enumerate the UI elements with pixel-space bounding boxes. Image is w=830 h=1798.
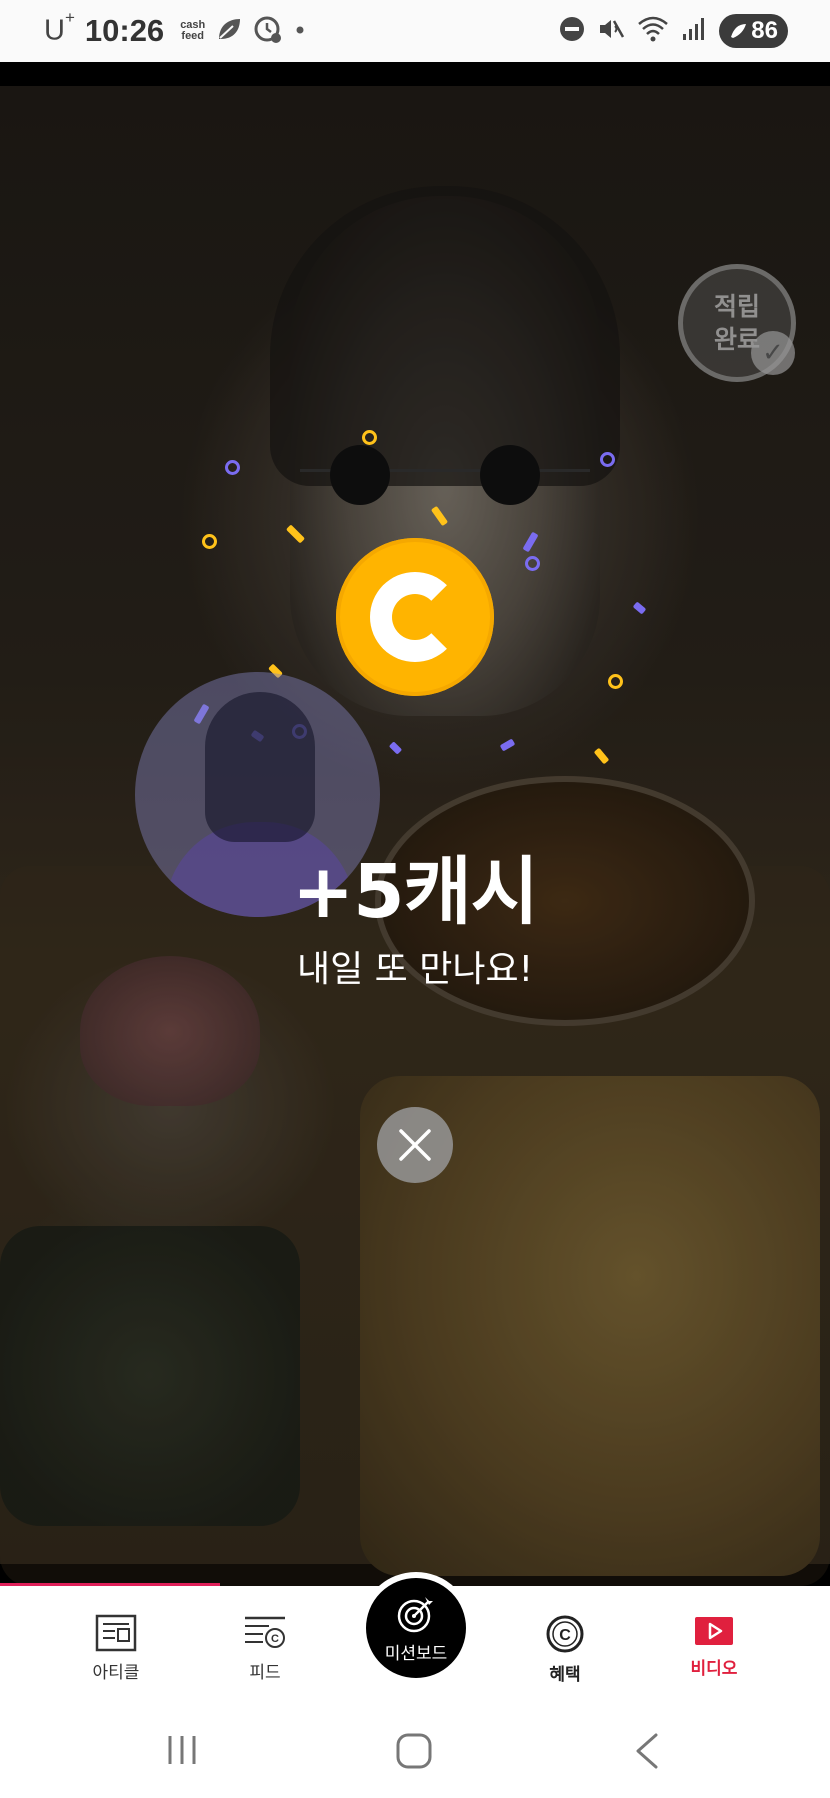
coin-icon: C: [546, 1615, 584, 1653]
confetti-ring: [600, 452, 615, 467]
saved-badge: 적립 완료 ✓: [678, 264, 796, 382]
svg-text:C: C: [271, 1633, 279, 1645]
nav-item-feed[interactable]: C 피드: [205, 1614, 325, 1683]
nav-item-article[interactable]: 아티클: [56, 1614, 176, 1683]
svg-text:C: C: [559, 1627, 571, 1644]
confetti-ring: [525, 556, 540, 571]
confetti-ring: [362, 430, 377, 445]
dot-icon: [293, 22, 307, 41]
timer-icon: [253, 14, 283, 48]
nav-label: 피드: [249, 1663, 281, 1683]
wifi-icon: [637, 15, 669, 47]
home-icon: [396, 1733, 432, 1769]
video-player[interactable]: 적립 완료 ✓ +5캐시 내일 또 만나요!: [0, 62, 830, 1586]
confetti-ring: [202, 534, 217, 549]
nav-item-missionboard[interactable]: 미션보드: [360, 1572, 472, 1684]
recent-apps-button[interactable]: [164, 1732, 200, 1772]
reward-amount: +5캐시: [292, 849, 539, 935]
nav-label: 미션보드: [384, 1643, 448, 1664]
back-button[interactable]: [632, 1732, 662, 1774]
mute-icon: [597, 15, 625, 47]
battery-level: 86: [751, 17, 778, 44]
home-button[interactable]: [395, 1732, 433, 1774]
signal-icon: [681, 16, 707, 46]
feed-icon: C: [245, 1616, 285, 1648]
close-icon: [399, 1129, 431, 1161]
status-time: 10:26: [84, 13, 165, 48]
check-icon: ✓: [751, 331, 795, 375]
close-button[interactable]: [377, 1107, 453, 1183]
nav-label: 아티클: [92, 1663, 140, 1683]
play-icon: [695, 1617, 733, 1645]
nav-label: 혜택: [549, 1665, 581, 1685]
battery-icon: [731, 24, 747, 38]
confetti-ring: [608, 674, 623, 689]
cash-coin-icon: [336, 538, 494, 696]
dnd-icon: [559, 16, 585, 46]
status-bar: U+ 10:26 cash feed 86: [0, 0, 830, 62]
nav-label: 비디오: [690, 1659, 738, 1679]
saved-badge-line1: 적립: [713, 292, 760, 321]
battery-indicator: 86: [719, 14, 788, 48]
confetti-ring: [225, 460, 240, 475]
nav-item-video[interactable]: 비디오: [654, 1614, 774, 1679]
recent-apps-icon: [168, 1736, 196, 1764]
carrier-label: U+: [44, 8, 75, 47]
back-icon: [636, 1733, 658, 1769]
target-icon: [397, 1596, 433, 1632]
reward-message: 내일 또 만나요!: [296, 949, 534, 990]
nav-item-benefit[interactable]: C 혜택: [505, 1614, 625, 1685]
system-nav-bar: [0, 1706, 830, 1798]
article-icon: [95, 1614, 137, 1652]
cashfeed-icon: cash feed: [180, 19, 206, 42]
leaf-icon: [215, 15, 243, 47]
